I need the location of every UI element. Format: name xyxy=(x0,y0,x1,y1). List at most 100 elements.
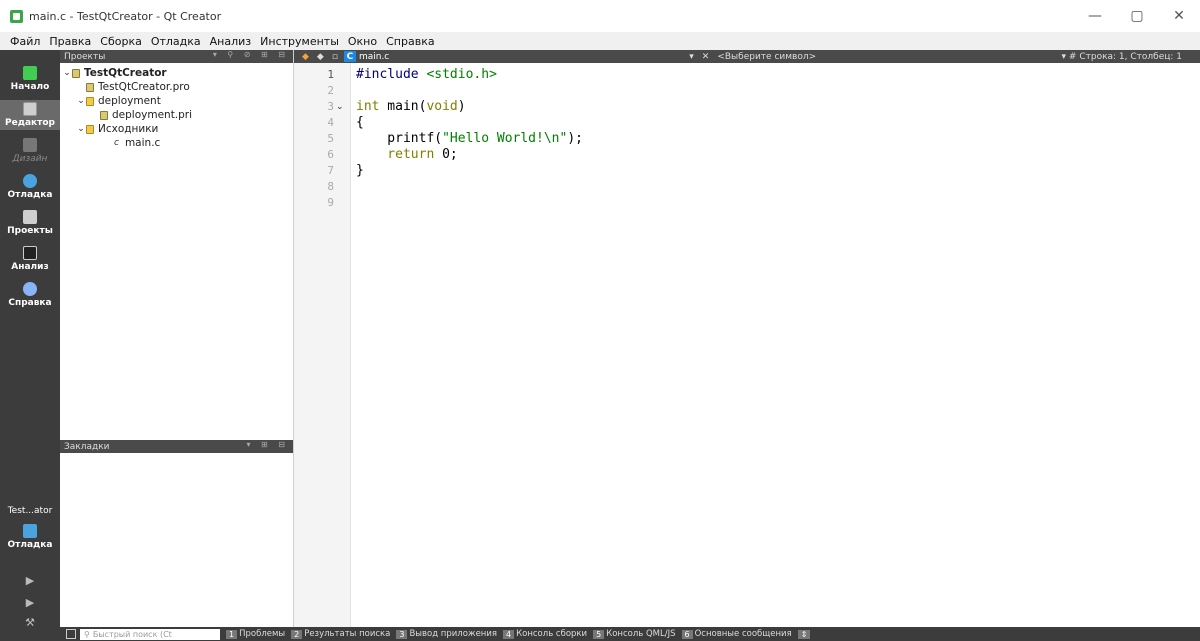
design-icon xyxy=(23,138,37,152)
mode-help[interactable]: Справка xyxy=(0,282,60,308)
line-number: 5 xyxy=(327,132,334,145)
output-tab-qml-console[interactable]: 5 Консоль QML/JS xyxy=(593,629,676,639)
menu-build[interactable]: Сборка xyxy=(100,35,142,48)
line-number: 4 xyxy=(327,116,334,129)
kit-selector[interactable]: Test...ator xyxy=(0,506,60,516)
toggle-sidebar-button[interactable] xyxy=(66,629,76,639)
code-line-3[interactable]: int main(void) xyxy=(356,99,466,114)
project-file-icon xyxy=(72,68,80,78)
output-tab-compile-output[interactable]: 4 Консоль сборки xyxy=(503,629,587,639)
line-number: 9 xyxy=(327,196,334,209)
output-tab-application-output[interactable]: 3 Вывод приложения xyxy=(396,629,497,639)
mode-selector-bar: Начало Редактор Дизайн Отладка Проекты А… xyxy=(0,50,60,641)
projects-icon xyxy=(23,210,37,224)
search-icon: ⚲ xyxy=(84,629,90,639)
locator-input[interactable]: ⚲ Быстрый поиск (Ct xyxy=(80,628,220,640)
qt-creator-app-icon xyxy=(10,9,23,23)
more-tabs-icon[interactable]: ⇕ xyxy=(797,629,813,639)
menu-window[interactable]: Окно xyxy=(348,35,377,48)
debug-run-icon: ▶ xyxy=(25,596,35,609)
cursor-position[interactable]: ▾ # Строка: 1, Столбец: 1 xyxy=(1062,52,1182,62)
close-file-icon[interactable]: ✕ xyxy=(702,52,710,62)
minimize-button[interactable]: — xyxy=(1074,0,1116,32)
folder-icon xyxy=(86,124,94,134)
mode-welcome[interactable]: Начало xyxy=(0,66,60,92)
output-tab-issues[interactable]: 1 Проблемы xyxy=(226,629,285,639)
bookmarks-pane: Закладки ▾ ⊞ ⊟ xyxy=(60,440,293,627)
line-number: 2 xyxy=(327,84,334,97)
symbol-selector[interactable]: <Выберите символ> xyxy=(717,52,816,62)
chevron-down-icon[interactable]: ⌄ xyxy=(62,68,72,78)
mode-analyze[interactable]: Анализ xyxy=(0,246,60,272)
tree-item-deployment-pri[interactable]: deployment.pri xyxy=(60,108,293,122)
qt-logo-icon xyxy=(23,66,37,80)
c-file-icon: c xyxy=(114,138,119,148)
output-tab-general-messages[interactable]: 6 Основные сообщения xyxy=(681,629,792,639)
tree-item-deployment[interactable]: ⌄ deployment xyxy=(60,94,293,108)
tree-item-project[interactable]: ⌄ TestQtCreator xyxy=(60,66,293,80)
menu-tools[interactable]: Инструменты xyxy=(260,35,339,48)
run-button[interactable]: ▶ xyxy=(0,574,60,587)
debug-run-button[interactable]: ▶ xyxy=(0,596,60,609)
menu-edit[interactable]: Правка xyxy=(49,35,91,48)
close-button[interactable]: ✕ xyxy=(1158,0,1200,32)
code-line-5[interactable]: printf("Hello World!\n"); xyxy=(356,131,583,146)
monitor-icon xyxy=(23,524,37,538)
help-icon xyxy=(23,282,37,296)
line-number: 6 xyxy=(327,148,334,161)
kit-build-mode[interactable]: Отладка xyxy=(0,524,60,550)
code-line-6[interactable]: return 0; xyxy=(356,147,457,162)
bookmarks-pane-title[interactable]: Закладки xyxy=(64,442,110,452)
hash-icon: ▾ # xyxy=(1061,51,1077,62)
file-dropdown-icon[interactable]: ▾ xyxy=(689,52,694,62)
code-line-4[interactable]: { xyxy=(356,115,364,130)
maximize-button[interactable]: ▢ xyxy=(1116,0,1158,32)
window-title: main.c - TestQtCreator - Qt Creator xyxy=(29,9,222,23)
code-line-7[interactable]: } xyxy=(356,163,364,178)
go-forward-icon[interactable]: ▫ xyxy=(332,52,338,62)
pri-file-icon xyxy=(100,110,108,120)
menu-file[interactable]: Файл xyxy=(10,35,40,48)
c-file-icon: C xyxy=(343,51,356,62)
tree-item-pro-file[interactable]: TestQtCreator.pro xyxy=(60,80,293,94)
editor-icon xyxy=(23,102,37,116)
projects-pane-tools[interactable]: ▾ ⚲ ⊘ ⊞ ⊟ xyxy=(213,50,289,59)
line-number: 8 xyxy=(327,180,334,193)
mode-debug[interactable]: Отладка xyxy=(0,174,60,200)
code-line-1[interactable]: #include <stdio.h> xyxy=(356,67,497,82)
chevron-down-icon[interactable]: ⌄ xyxy=(76,124,86,134)
status-bar: ⚲ Быстрый поиск (Ct 1 Проблемы 2 Результат… xyxy=(0,627,1200,641)
mode-editor[interactable]: Редактор xyxy=(0,100,60,130)
mode-design[interactable]: Дизайн xyxy=(0,138,60,164)
menu-analyze[interactable]: Анализ xyxy=(210,35,252,48)
line-number: 7 xyxy=(327,164,334,177)
folder-icon xyxy=(86,96,94,106)
debug-icon xyxy=(23,174,37,188)
bookmarks-pane-tools[interactable]: ▾ ⊞ ⊟ xyxy=(246,440,289,449)
tree-item-main-c[interactable]: c main.c xyxy=(60,136,293,150)
project-tree: ⌄ TestQtCreator TestQtCreator.pro ⌄ depl… xyxy=(60,66,293,150)
menu-debug[interactable]: Отладка xyxy=(151,35,201,48)
title-bar: main.c - TestQtCreator - Qt Creator — ▢ … xyxy=(0,0,1200,32)
projects-pane: Проекты ▾ ⚲ ⊘ ⊞ ⊟ ⌄ TestQtCreator TestQt… xyxy=(60,50,294,627)
line-number-gutter[interactable]: 1 2 3 ⌄ 4 5 6 7 8 9 xyxy=(294,63,351,627)
file-tab-main-c[interactable]: C main.c xyxy=(343,51,389,62)
projects-pane-title[interactable]: Проекты xyxy=(64,52,105,62)
code-editor[interactable]: #include <stdio.h> int main(void) { prin… xyxy=(356,63,1200,627)
menu-help[interactable]: Справка xyxy=(386,35,434,48)
analyze-icon xyxy=(23,246,37,260)
menu-bar: Файл Правка Сборка Отладка Анализ Инстру… xyxy=(0,32,1200,50)
chevron-down-icon[interactable]: ⌄ xyxy=(76,96,86,106)
line-number: 1 xyxy=(327,68,334,81)
output-tab-search-results[interactable]: 2 Результаты поиска xyxy=(291,629,390,639)
pro-file-icon xyxy=(86,82,94,92)
tree-item-sources[interactable]: ⌄ Исходники xyxy=(60,122,293,136)
fold-chevron-icon[interactable]: ⌄ xyxy=(336,102,344,112)
window-controls: — ▢ ✕ xyxy=(1074,0,1200,32)
projects-pane-header: Проекты ▾ ⚲ ⊘ ⊞ ⊟ xyxy=(60,50,293,63)
go-back-icon[interactable]: ◆ xyxy=(317,52,324,62)
run-icon: ▶ xyxy=(25,574,35,587)
mode-projects[interactable]: Проекты xyxy=(0,210,60,236)
bookmark-icon[interactable]: ◆ xyxy=(302,52,309,62)
editor-toolbar: ◆ ◆ ▫ C main.c ▾ ✕ <Выберите символ> ▾ #… xyxy=(294,50,1200,63)
